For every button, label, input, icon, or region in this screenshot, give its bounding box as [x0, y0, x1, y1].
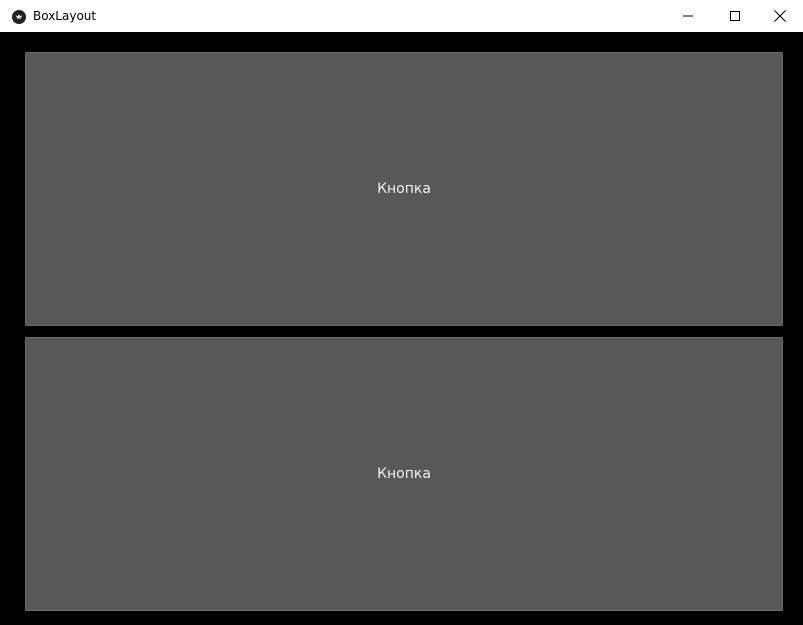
- button-label: Кнопка: [377, 466, 431, 482]
- button-label: Кнопка: [377, 181, 431, 197]
- window-title: BoxLayout: [33, 9, 97, 23]
- button-bottom[interactable]: Кнопка: [25, 337, 783, 611]
- close-button[interactable]: [757, 0, 803, 32]
- box-layout: Кнопка Кнопка: [0, 32, 803, 625]
- title-bar[interactable]: BoxLayout: [0, 0, 803, 32]
- maximize-icon: [730, 11, 740, 21]
- minimize-button[interactable]: [665, 0, 711, 32]
- close-icon: [774, 10, 786, 22]
- button-top[interactable]: Кнопка: [25, 52, 783, 326]
- minimize-icon: [683, 11, 693, 21]
- app-window: BoxLayout Кнопка Кнопка: [0, 0, 803, 625]
- maximize-button[interactable]: [712, 0, 758, 32]
- kivy-logo-icon: [12, 9, 26, 24]
